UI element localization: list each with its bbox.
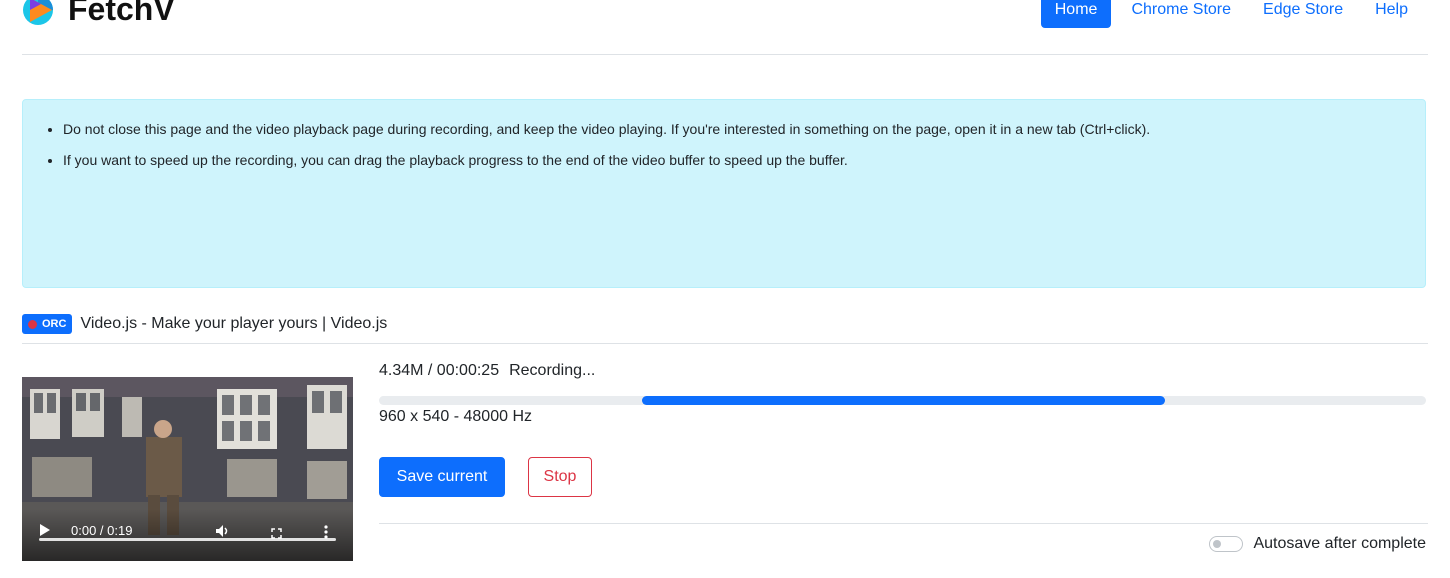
player-progress[interactable]	[39, 538, 336, 541]
recording-title: Video.js - Make your player yours | Vide…	[80, 315, 388, 332]
brand[interactable]: FetchV	[22, 0, 175, 30]
fullscreen-icon[interactable]	[271, 526, 282, 539]
recording-notice: Do not close this page and the video pla…	[22, 99, 1426, 288]
nav-chrome-store[interactable]: Chrome Store	[1115, 0, 1247, 28]
media-info: 960 x 540 - 48000 Hz	[379, 408, 532, 425]
buffer-progress	[379, 396, 1426, 405]
nav-edge-store[interactable]: Edge Store	[1247, 0, 1359, 28]
record-dot-icon	[28, 319, 37, 329]
player-time: 0:00 / 0:19	[71, 523, 133, 538]
notice-item: Do not close this page and the video pla…	[63, 119, 1405, 140]
title-divider	[22, 343, 1428, 344]
nav-home[interactable]: Home	[1040, 0, 1112, 28]
volume-icon[interactable]	[215, 524, 231, 538]
autosave-label: Autosave after complete	[1253, 535, 1426, 552]
nav-help[interactable]: Help	[1359, 0, 1424, 28]
autosave-toggle[interactable]: Autosave after complete	[1209, 535, 1426, 553]
orc-badge: ORC	[22, 314, 73, 334]
play-icon[interactable]	[39, 523, 51, 537]
badge-label: ORC	[42, 318, 67, 330]
fetchv-logo-icon	[22, 0, 58, 30]
buffer-progress-bar	[641, 396, 1166, 405]
video-preview[interactable]: 0:00 / 0:19	[22, 377, 353, 561]
recording-status: Recording...	[509, 362, 596, 379]
recording-stats: 4.34M / 00:00:25 Recording...	[379, 362, 595, 380]
header-divider	[22, 54, 1428, 55]
size-duration: 4.34M / 00:00:25	[379, 362, 500, 379]
notice-list: Do not close this page and the video pla…	[23, 100, 1425, 171]
more-options-icon[interactable]	[324, 525, 328, 539]
stop-button[interactable]: Stop	[528, 457, 592, 497]
switch-knob	[1213, 540, 1222, 548]
recording-title-row: ORC Video.js - Make your player yours | …	[22, 314, 387, 334]
actions-divider	[379, 523, 1428, 524]
save-current-button[interactable]: Save current	[379, 457, 505, 497]
site-header: FetchV Home Chrome Store Edge Store Help	[0, 0, 1450, 55]
notice-item: If you want to speed up the recording, y…	[63, 150, 1405, 171]
autosave-switch[interactable]	[1209, 536, 1244, 552]
main-nav: Home Chrome Store Edge Store Help	[1040, 0, 1424, 28]
brand-name: FetchV	[68, 0, 175, 27]
